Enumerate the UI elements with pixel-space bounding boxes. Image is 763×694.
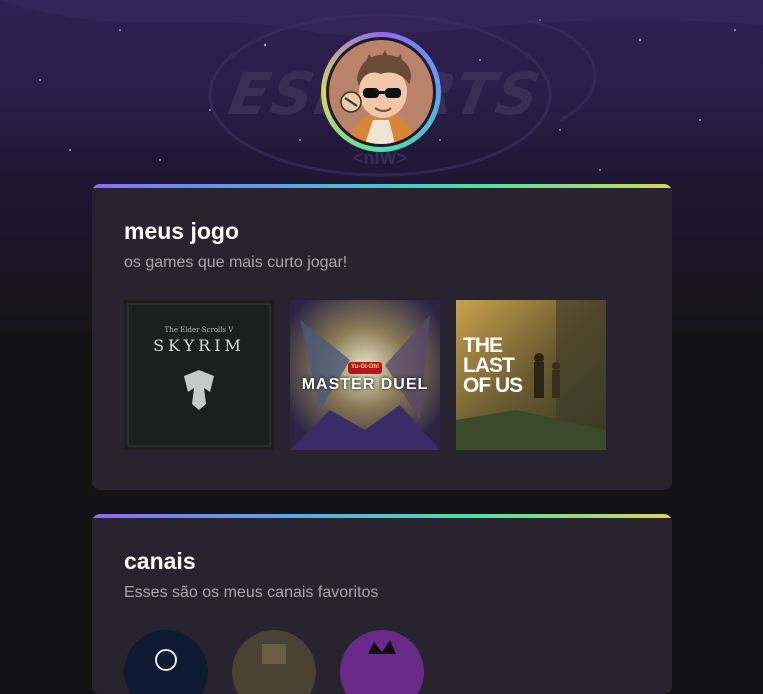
game-cover-skyrim[interactable]: The Elder Scrolls V SKYRIM xyxy=(124,300,274,450)
gradient-top-border xyxy=(92,514,672,518)
channel-avatar-3[interactable] xyxy=(340,630,424,694)
gradient-top-border xyxy=(92,184,672,188)
channels-title: canais xyxy=(124,548,196,574)
channel-avatar-2[interactable] xyxy=(232,630,316,694)
avatar-illustration xyxy=(329,40,433,144)
profile-avatar-ring xyxy=(321,32,441,152)
games-title: meus jogo xyxy=(124,218,240,244)
character-silhouette xyxy=(534,362,544,398)
channels-subtitle: Esses são os meus canais favoritos xyxy=(124,584,379,601)
games-subtitle: os games que mais curto jogar! xyxy=(124,254,348,271)
channel-avatar-1[interactable] xyxy=(124,630,208,694)
game-cover-the-last-of-us[interactable]: THE LAST OF US xyxy=(456,300,606,450)
games-card: meus jogo os games que mais curto jogar!… xyxy=(92,184,672,490)
channels-card: canais Esses são os meus canais favorito… xyxy=(92,514,672,694)
avatar xyxy=(329,40,433,144)
tlou-title: THE LAST OF US xyxy=(463,334,523,397)
game-cover-master-duel[interactable]: Yu-Gi-Oh! MASTER DUEL xyxy=(290,300,440,450)
